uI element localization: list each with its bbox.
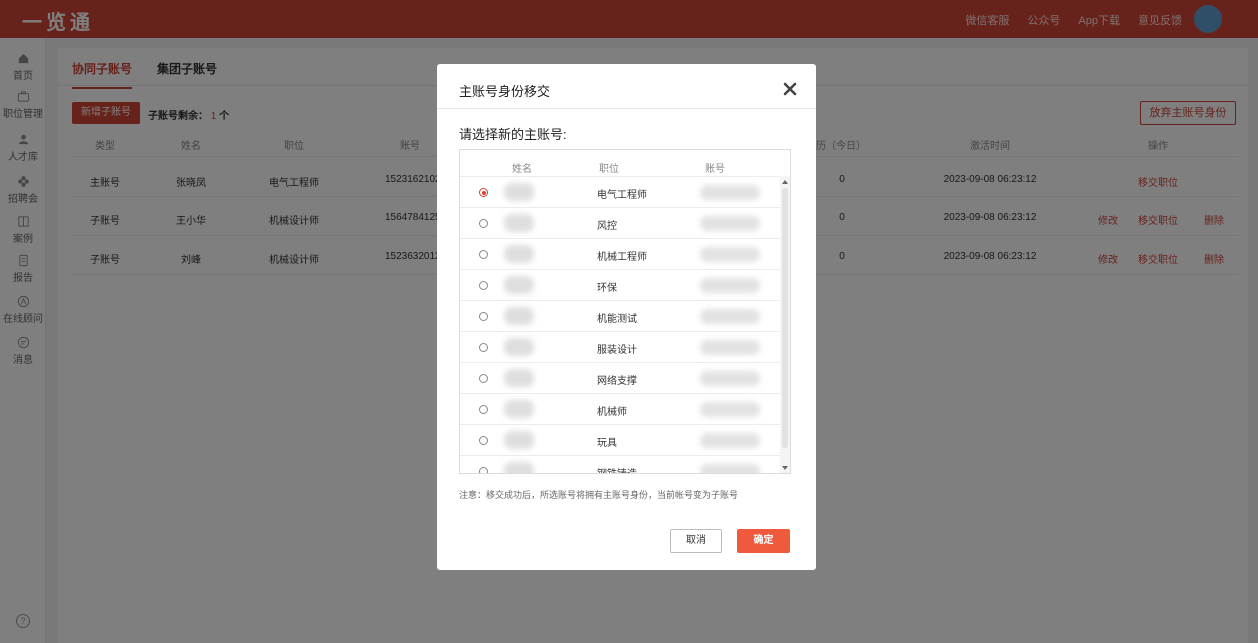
radio-button[interactable] — [479, 312, 488, 321]
radio-button[interactable] — [479, 467, 488, 473]
blurred-name — [504, 276, 534, 294]
item-position: 玩具 — [597, 438, 617, 449]
radio-button[interactable] — [479, 250, 488, 259]
blurred-account — [700, 247, 760, 262]
item-position: 网络支撑 — [597, 376, 637, 387]
list-item[interactable]: 机能测试 — [460, 300, 790, 331]
cancel-button[interactable]: 取消 — [670, 529, 722, 553]
item-position: 机械工程师 — [597, 252, 647, 263]
blurred-account — [700, 340, 760, 355]
modal-subtitle: 请选择新的主账号: — [459, 127, 567, 142]
item-position: 机械师 — [597, 407, 627, 418]
blurred-name — [504, 245, 534, 263]
list-col-account: 账号 — [705, 164, 725, 175]
item-position: 电气工程师 — [597, 190, 647, 201]
confirm-button[interactable]: 确定 — [737, 529, 790, 553]
close-button[interactable] — [780, 79, 800, 99]
item-position: 服装设计 — [597, 345, 637, 356]
transfer-note: 注意：移交成功后，所选账号将拥有主账号身份，当前帐号变为子账号 — [459, 490, 739, 500]
blurred-account — [700, 278, 760, 293]
blurred-name — [504, 431, 534, 449]
item-position: 机能测试 — [597, 314, 637, 325]
close-icon — [783, 82, 797, 96]
item-position: 环保 — [597, 283, 617, 294]
scroll-down-icon[interactable] — [782, 466, 788, 470]
account-select-list[interactable]: 姓名 职位 账号 电气工程师风控机械工程师环保机能测试服装设计网络支撑机械师玩具… — [459, 149, 791, 474]
modal-divider — [437, 108, 816, 109]
blurred-account — [700, 433, 760, 448]
blurred-name — [504, 338, 534, 356]
radio-button[interactable] — [479, 188, 488, 197]
scroll-up-icon[interactable] — [782, 180, 788, 184]
blurred-account — [700, 371, 760, 386]
radio-button[interactable] — [479, 374, 488, 383]
blurred-name — [504, 400, 534, 418]
list-scrollbar[interactable] — [780, 176, 790, 473]
item-position: 风控 — [597, 221, 617, 232]
list-col-name: 姓名 — [512, 164, 532, 175]
scroll-thumb[interactable] — [782, 188, 788, 448]
radio-button[interactable] — [479, 343, 488, 352]
list-item[interactable]: 风控 — [460, 207, 790, 238]
blurred-account — [700, 216, 760, 231]
list-item[interactable]: 机械工程师 — [460, 238, 790, 269]
blurred-name — [504, 183, 534, 201]
modal-title: 主账号身份移交 — [459, 84, 551, 99]
transfer-master-modal: 主账号身份移交 请选择新的主账号: 姓名 职位 账号 电气工程师风控机械工程师环… — [437, 64, 816, 570]
blurred-account — [700, 402, 760, 417]
radio-button[interactable] — [479, 281, 488, 290]
list-item[interactable]: 服装设计 — [460, 331, 790, 362]
item-position: 钢铁铸造 — [597, 465, 637, 473]
blurred-name — [504, 462, 534, 473]
blurred-name — [504, 307, 534, 325]
blurred-name — [504, 369, 534, 387]
blurred-account — [700, 464, 760, 473]
blurred-name — [504, 214, 534, 232]
blurred-account — [700, 185, 760, 200]
radio-button[interactable] — [479, 405, 488, 414]
radio-button[interactable] — [479, 436, 488, 445]
radio-button[interactable] — [479, 219, 488, 228]
list-item[interactable]: 环保 — [460, 269, 790, 300]
list-col-position: 职位 — [599, 164, 619, 175]
list-item[interactable]: 玩具 — [460, 424, 790, 455]
list-item[interactable]: 钢铁铸造 — [460, 455, 790, 473]
list-item[interactable]: 网络支撑 — [460, 362, 790, 393]
list-item[interactable]: 电气工程师 — [460, 176, 790, 207]
list-item[interactable]: 机械师 — [460, 393, 790, 424]
blurred-account — [700, 309, 760, 324]
